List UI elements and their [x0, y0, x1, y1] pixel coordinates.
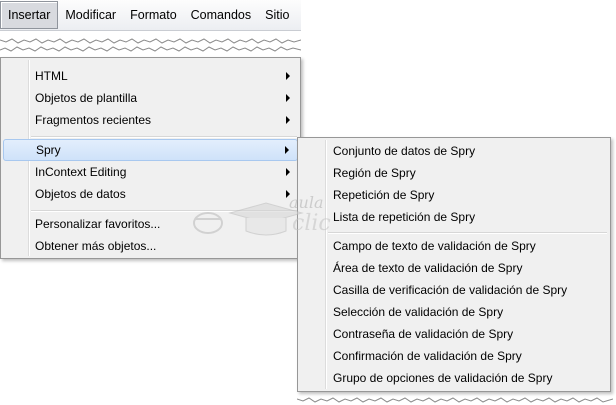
- submenu-arrow-icon: [286, 72, 290, 80]
- menu-formato[interactable]: Formato: [123, 0, 184, 30]
- submenu-item[interactable]: Selección de validación de Spry: [300, 301, 608, 323]
- submenu-item[interactable]: Repetición de Spry: [300, 184, 608, 206]
- insertar-dropdown: HTML Objetos de plantilla Fragmentos rec…: [0, 57, 301, 259]
- menu-separator: [31, 210, 297, 212]
- menu-separator: [31, 136, 297, 138]
- menu-comandos[interactable]: Comandos: [184, 0, 258, 30]
- submenu-item[interactable]: Área de texto de validación de Spry: [300, 257, 608, 279]
- submenu-item[interactable]: Región de Spry: [300, 162, 608, 184]
- menu-item-incontext-editing[interactable]: InContext Editing: [3, 161, 298, 183]
- menu-item-objetos-plantilla[interactable]: Objetos de plantilla: [3, 87, 298, 109]
- menu-item-html[interactable]: HTML: [3, 65, 298, 87]
- submenu-arrow-icon: [286, 94, 290, 102]
- menu-item-label: Objetos de plantilla: [35, 91, 138, 105]
- submenu-arrow-icon: [286, 116, 290, 124]
- submenu-arrow-icon: [285, 146, 289, 154]
- menu-modificar[interactable]: Modificar: [58, 0, 123, 30]
- torn-edge: [0, 31, 301, 55]
- menu-item-label: Spry: [36, 143, 61, 157]
- menu-item-label: Obtener más objetos...: [35, 239, 157, 253]
- menu-item-label: Fragmentos recientes: [35, 113, 152, 127]
- submenu-arrow-icon: [286, 190, 290, 198]
- submenu-item[interactable]: Contraseña de validación de Spry: [300, 323, 608, 345]
- submenu-item[interactable]: Confirmación de validación de Spry: [300, 345, 608, 367]
- menu-insertar[interactable]: Insertar: [0, 1, 59, 29]
- submenu-item[interactable]: Conjunto de datos de Spry: [300, 140, 608, 162]
- menu-separator: [328, 232, 607, 234]
- menu-item-label: HTML: [35, 69, 68, 83]
- menu-item-obtener-objetos[interactable]: Obtener más objetos...: [3, 235, 298, 257]
- menu-item-spry[interactable]: Spry: [3, 139, 298, 161]
- menu-bar: Insertar Modificar Formato Comandos Siti…: [0, 0, 301, 31]
- submenu-item[interactable]: Grupo de opciones de validación de Spry: [300, 367, 608, 389]
- menu-item-personalizar-favoritos[interactable]: Personalizar favoritos...: [3, 213, 298, 235]
- menu-item-fragmentos-recientes[interactable]: Fragmentos recientes: [3, 109, 298, 131]
- menu-item-label: InContext Editing: [35, 165, 127, 179]
- spry-submenu: Conjunto de datos de Spry Región de Spry…: [297, 137, 611, 392]
- menu-item-label: Objetos de datos: [35, 187, 126, 201]
- menu-sitio[interactable]: Sitio: [258, 0, 296, 30]
- menu-item-objetos-datos[interactable]: Objetos de datos: [3, 183, 298, 205]
- torn-edge-bottom: [297, 391, 613, 405]
- submenu-item[interactable]: Casilla de verificación de validación de…: [300, 279, 608, 301]
- submenu-item[interactable]: Campo de texto de validación de Spry: [300, 235, 608, 257]
- menu-item-label: Personalizar favoritos...: [35, 217, 161, 231]
- submenu-arrow-icon: [286, 168, 290, 176]
- submenu-item[interactable]: Lista de repetición de Spry: [300, 206, 608, 228]
